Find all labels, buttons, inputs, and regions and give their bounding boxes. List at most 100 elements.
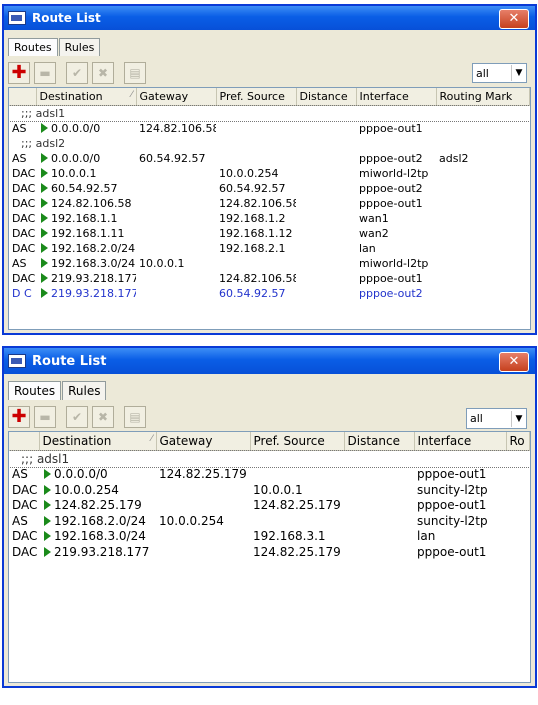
flag-icon [41,183,48,193]
route-routing-mark: adsl2 [439,152,469,165]
destination-text: 0.0.0.0/0 [51,152,101,165]
remove-button[interactable]: ▬ [34,406,56,428]
remove-icon: ▬ [39,66,51,80]
route-destination: 219.93.218.177 [39,544,156,560]
route-gateway [156,482,250,498]
table-row[interactable]: DAC 124.82.25.179 124.82.25.179 pppoe-out1 [9,498,530,514]
column-routing-mark[interactable]: Ro [506,432,530,451]
flag-icon [41,273,48,283]
table-row[interactable]: AS 192.168.2.0/24 10.0.0.254 suncity-l2tp [9,513,530,529]
destination-text: 192.168.1.11 [51,227,125,240]
disable-button[interactable]: ✖ [92,62,114,84]
table-row[interactable]: DAC 219.93.218.177 124.82.25.179 pppoe-out1 [9,544,530,560]
route-destination: 124.82.25.179 [39,498,156,514]
route-gateway [156,529,250,545]
comment-text: ;;; adsl1 [9,104,530,122]
route-distance [344,513,414,529]
close-button[interactable]: ✕ [499,352,529,372]
table-row[interactable]: DAC 10.0.0.254 10.0.0.1 suncity-l2tp [9,482,530,498]
table-row[interactable]: D C 219.93.218.177 60.54.92.57 pppoe-out2 [9,286,530,301]
table-row[interactable]: DAC 219.93.218.177 124.82.106.58 pppoe-out1 [9,271,530,286]
column-gateway[interactable]: Gateway [156,432,251,451]
add-button[interactable]: ✚ [8,62,30,84]
table-row[interactable]: DAC 60.54.92.57 60.54.92.57 pppoe-out2 [9,181,530,196]
filter-value: all [470,412,483,425]
filter-select[interactable]: all ▼ [466,408,527,429]
comment-text: ;;; adsl1 [9,449,530,468]
table-row[interactable]: AS 0.0.0.0/0 60.54.92.57 pppoe-out2 adsl2 [9,151,530,166]
route-distance [296,166,356,181]
remove-button[interactable]: ▬ [34,62,56,84]
disable-button[interactable]: ✖ [92,406,114,428]
filter-select[interactable]: all ▼ [472,63,527,83]
table-row[interactable]: DAC 10.0.0.1 10.0.0.254 miworld-l2tp [9,166,530,181]
route-gateway [136,271,216,286]
column-distance[interactable]: Distance [296,88,357,106]
destination-text: 0.0.0.0/0 [51,122,101,135]
route-interface: lan [417,529,436,544]
column-flags[interactable] [9,88,37,106]
table-row[interactable]: AS 192.168.3.0/24 10.0.0.1 miworld-l2tp [9,256,530,271]
destination-text: 219.93.218.177 [51,287,136,300]
route-distance [296,241,356,256]
route-pref-source [216,151,296,166]
table-row[interactable]: AS 0.0.0.0/0 124.82.25.179 pppoe-out1 [9,467,530,483]
route-destination: 219.93.218.177 [36,271,136,286]
route-destination: 192.168.3.0/24 [36,256,136,271]
route-destination: 0.0.0.0/0 [39,467,156,483]
filter-value: all [476,66,489,80]
comment-row[interactable]: ;;; adsl1 [9,104,530,122]
comment-row[interactable]: ;;; adsl1 [9,449,530,468]
tab-rules[interactable]: Rules [58,38,101,56]
route-list-window-2: Route List ✕ Routes Rules ✚ ▬ ✔ ✖ ▤ all … [2,346,537,688]
comment-row[interactable]: ;;; adsl2 [9,136,530,151]
route-routing-mark [436,286,530,301]
route-gateway [156,498,250,514]
table-row[interactable]: AS 0.0.0.0/0 124.82.106.58 pppoe-out1 [9,121,530,136]
column-gateway[interactable]: Gateway [136,88,217,106]
route-distance [296,181,356,196]
comment-button[interactable]: ▤ [124,62,146,84]
column-pref-source[interactable]: Pref. Source [250,432,345,451]
add-button[interactable]: ✚ [8,406,30,428]
enable-button[interactable]: ✔ [66,62,88,84]
title-bar[interactable]: Route List ✕ [4,348,535,374]
table-row[interactable]: DAC 192.168.3.0/24 192.168.3.1 lan [9,529,530,545]
route-destination: 219.93.218.177 [36,286,136,301]
close-button[interactable]: ✕ [499,9,529,29]
chevron-down-icon: ▼ [511,410,526,427]
tab-routes[interactable]: Routes [8,381,62,400]
table-row[interactable]: DAC 192.168.1.1 192.168.1.2 wan1 [9,211,530,226]
route-pref-source: 124.82.25.179 [253,498,341,513]
column-flags[interactable] [9,432,40,451]
table-row[interactable]: DAC 124.82.106.58 124.82.106.58 pppoe-out1 [9,196,530,211]
flag-icon [44,469,51,480]
route-interface: wan1 [359,212,389,225]
sort-icon: ⁄ [150,434,153,444]
tab-routes[interactable]: Routes [8,38,58,56]
column-pref-source[interactable]: Pref. Source [216,88,297,106]
enable-button[interactable]: ✔ [66,406,88,428]
tab-rules[interactable]: Rules [62,381,107,400]
table-row[interactable]: DAC 192.168.1.11 192.168.1.12 wan2 [9,226,530,241]
column-destination[interactable]: Destination ⁄ [36,88,137,106]
route-distance [296,196,356,211]
route-gateway [156,544,250,560]
column-distance[interactable]: Distance [344,432,415,451]
title-bar[interactable]: Route List ✕ [4,6,535,30]
column-interface[interactable]: Interface [356,88,437,106]
column-interface[interactable]: Interface [414,432,507,451]
flag-icon [44,546,51,557]
comment-button[interactable]: ▤ [124,406,146,428]
route-gateway [136,286,216,301]
destination-text: 219.93.218.177 [51,272,136,285]
route-list-window-1: Route List ✕ Routes Rules ✚ ▬ ✔ ✖ ▤ all … [2,4,537,335]
route-destination: 60.54.92.57 [36,181,136,196]
route-routing-mark [436,196,530,211]
column-routing-mark[interactable]: Routing Mark [436,88,530,106]
column-destination[interactable]: Destination ⁄ [39,432,157,451]
route-gateway: 124.82.25.179 [159,467,247,482]
route-routing-mark [506,482,530,498]
route-pref-source [250,467,344,483]
table-row[interactable]: DAC 192.168.2.0/24 192.168.2.1 lan [9,241,530,256]
